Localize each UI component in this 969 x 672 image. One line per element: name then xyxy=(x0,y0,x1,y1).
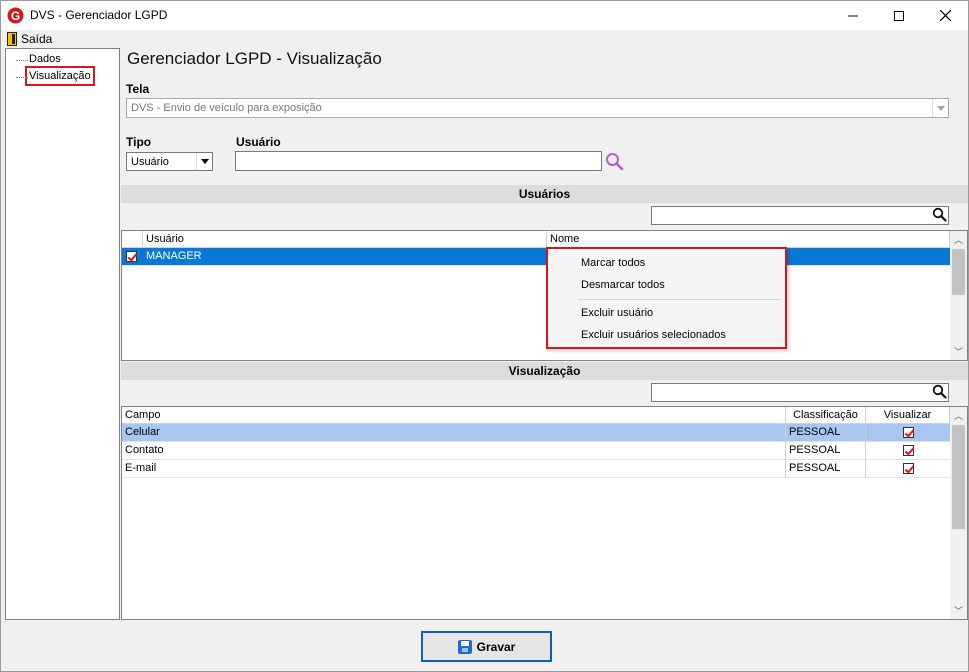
scroll-down-icon[interactable]: ﹀ xyxy=(950,343,967,360)
maximize-icon xyxy=(894,10,904,21)
usuarios-filter-input[interactable] xyxy=(651,206,949,225)
context-separator xyxy=(578,299,781,300)
exit-door-icon xyxy=(7,32,17,46)
maximize-button[interactable] xyxy=(876,1,922,30)
close-icon xyxy=(939,10,951,21)
checkbox-checked-icon xyxy=(902,462,914,474)
tree-item-visualizacao[interactable]: Visualização xyxy=(14,66,95,86)
row-classificacao: PESSOAL xyxy=(786,442,866,460)
context-item-desmarcar-todos[interactable]: Desmarcar todos xyxy=(581,279,665,291)
usuarios-scrollbar[interactable]: ︿ ﹀ xyxy=(950,231,967,360)
table-row[interactable]: Celular PESSOAL xyxy=(122,424,950,442)
scrollbar-thumb[interactable] xyxy=(952,249,965,295)
tela-select-value: DVS - Envio de veículo para exposição xyxy=(131,102,322,114)
scroll-up-icon[interactable]: ︿ xyxy=(950,407,967,424)
usuarios-section-header: Usuários xyxy=(121,185,968,203)
checkbox-checked-icon xyxy=(902,444,914,456)
usuarios-header-nome[interactable]: Nome xyxy=(547,231,950,248)
context-item-excluir-selecionados[interactable]: Excluir usuários selecionados xyxy=(581,329,726,341)
visualizacao-header-visualizar[interactable]: Visualizar xyxy=(866,407,950,424)
row-campo: Contato xyxy=(122,442,786,460)
visualizacao-header-campo[interactable]: Campo xyxy=(122,407,786,424)
menu-bar: Saída xyxy=(1,30,968,48)
row-checkbox[interactable] xyxy=(122,248,143,266)
minimize-button[interactable] xyxy=(830,1,876,30)
title-bar: G DVS - Gerenciador LGPD xyxy=(1,1,968,30)
context-menu: Marcar todos Desmarcar todos Excluir usu… xyxy=(546,247,787,349)
tipo-select[interactable]: Usuário xyxy=(126,152,213,171)
visualizacao-scrollbar[interactable]: ︿ ﹀ xyxy=(950,407,967,619)
usuarios-grid: Usuário Nome MANAGER ︿ ﹀ xyxy=(121,230,968,361)
chevron-down-icon xyxy=(932,99,948,117)
visualizacao-filter-input[interactable] xyxy=(651,383,949,402)
context-item-marcar-todos[interactable]: Marcar todos xyxy=(581,257,645,269)
tree-item-label: Dados xyxy=(29,53,61,65)
save-button-label: Gravar xyxy=(476,639,516,654)
checkbox-checked-icon xyxy=(902,426,914,438)
scrollbar-thumb[interactable] xyxy=(952,425,965,529)
row-visualizar[interactable] xyxy=(866,424,950,442)
scroll-up-icon[interactable]: ︿ xyxy=(950,231,967,248)
navigation-tree: Dados Visualização xyxy=(5,48,120,620)
menu-exit[interactable]: Saída xyxy=(7,31,52,47)
svg-text:G: G xyxy=(11,9,20,23)
row-visualizar[interactable] xyxy=(866,442,950,460)
menu-exit-label: Saída xyxy=(21,32,53,46)
row-classificacao: PESSOAL xyxy=(786,460,866,478)
visualizacao-grid: Campo Classificação Visualizar Celular P… xyxy=(121,406,968,620)
tree-item-dados[interactable]: Dados xyxy=(14,53,61,65)
checkbox-checked-icon xyxy=(126,250,137,262)
app-logo-icon: G xyxy=(7,7,24,24)
row-campo: Celular xyxy=(122,424,786,442)
close-button[interactable] xyxy=(922,1,968,30)
row-classificacao: PESSOAL xyxy=(786,424,866,442)
scroll-down-icon[interactable]: ﹀ xyxy=(950,602,967,619)
window-title: DVS - Gerenciador LGPD xyxy=(30,8,168,22)
table-row[interactable]: Contato PESSOAL xyxy=(122,442,950,460)
row-campo: E-mail xyxy=(122,460,786,478)
row-usuario: MANAGER xyxy=(146,250,202,262)
visualizacao-section-header: Visualização xyxy=(121,362,968,380)
main-window: G DVS - Gerenciador LGPD Saída Dados Vis… xyxy=(0,0,969,672)
page-title: Gerenciador LGPD - Visualização xyxy=(127,49,382,68)
usuario-input[interactable] xyxy=(235,151,602,171)
minimize-icon xyxy=(848,15,858,16)
row-visualizar[interactable] xyxy=(866,460,950,478)
usuario-label: Usuário xyxy=(236,135,281,149)
save-disk-icon xyxy=(457,639,472,654)
search-user-icon[interactable] xyxy=(605,152,624,171)
search-icon[interactable] xyxy=(932,207,947,222)
usuarios-header-usuario[interactable]: Usuário xyxy=(143,231,547,248)
tree-item-label: Visualização xyxy=(25,66,95,86)
table-row[interactable]: E-mail PESSOAL xyxy=(122,460,950,478)
chevron-down-icon xyxy=(196,153,212,170)
tipo-select-value: Usuário xyxy=(131,156,169,168)
search-icon[interactable] xyxy=(932,384,947,399)
usuarios-header-check xyxy=(122,231,143,248)
tipo-label: Tipo xyxy=(126,135,152,149)
save-button[interactable]: Gravar xyxy=(421,631,552,662)
tela-select[interactable]: DVS - Envio de veículo para exposição xyxy=(126,98,949,118)
visualizacao-header-classificacao[interactable]: Classificação xyxy=(786,407,866,424)
table-row[interactable]: MANAGER xyxy=(122,248,950,266)
tela-label: Tela xyxy=(126,82,150,96)
context-item-excluir-usuario[interactable]: Excluir usuário xyxy=(581,307,653,319)
